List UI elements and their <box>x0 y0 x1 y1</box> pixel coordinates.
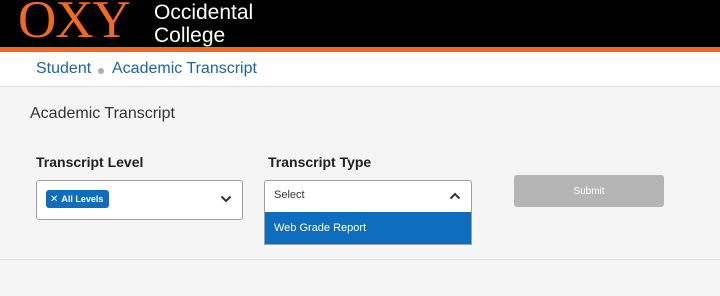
transcript-type-select[interactable]: Select <box>264 180 472 213</box>
logo-wordmark: Occidental College <box>154 1 253 47</box>
logo-line-2: College <box>154 24 226 47</box>
logo-line-1: Occidental <box>154 1 254 24</box>
breadcrumb-academic-transcript-link[interactable]: Academic Transcript <box>112 60 257 78</box>
breadcrumb: Student Academic Transcript <box>0 52 720 87</box>
transcript-type-value: Select <box>274 189 305 201</box>
transcript-level-label: Transcript Level <box>36 154 144 170</box>
site-header: OXY Occidental College <box>0 0 720 52</box>
breadcrumb-student-link[interactable]: Student <box>36 60 91 78</box>
transcript-level-select[interactable]: ✕ All Levels <box>36 180 243 220</box>
close-icon[interactable]: ✕ <box>50 194 58 205</box>
chevron-down-icon[interactable] <box>220 193 232 205</box>
chip-label: All Levels <box>61 194 104 204</box>
transcript-type-label: Transcript Type <box>268 154 372 170</box>
chevron-up-icon[interactable] <box>449 190 461 202</box>
logo-mark: OXY <box>18 0 131 49</box>
option-web-grade-report[interactable]: Web Grade Report <box>264 212 472 245</box>
all-levels-chip[interactable]: ✕ All Levels <box>46 190 110 208</box>
submit-button[interactable]: Submit <box>514 175 664 207</box>
breadcrumb-separator <box>98 68 104 74</box>
page-title: Academic Transcript <box>30 105 175 122</box>
page-title-bar: Academic Transcript <box>0 87 720 144</box>
